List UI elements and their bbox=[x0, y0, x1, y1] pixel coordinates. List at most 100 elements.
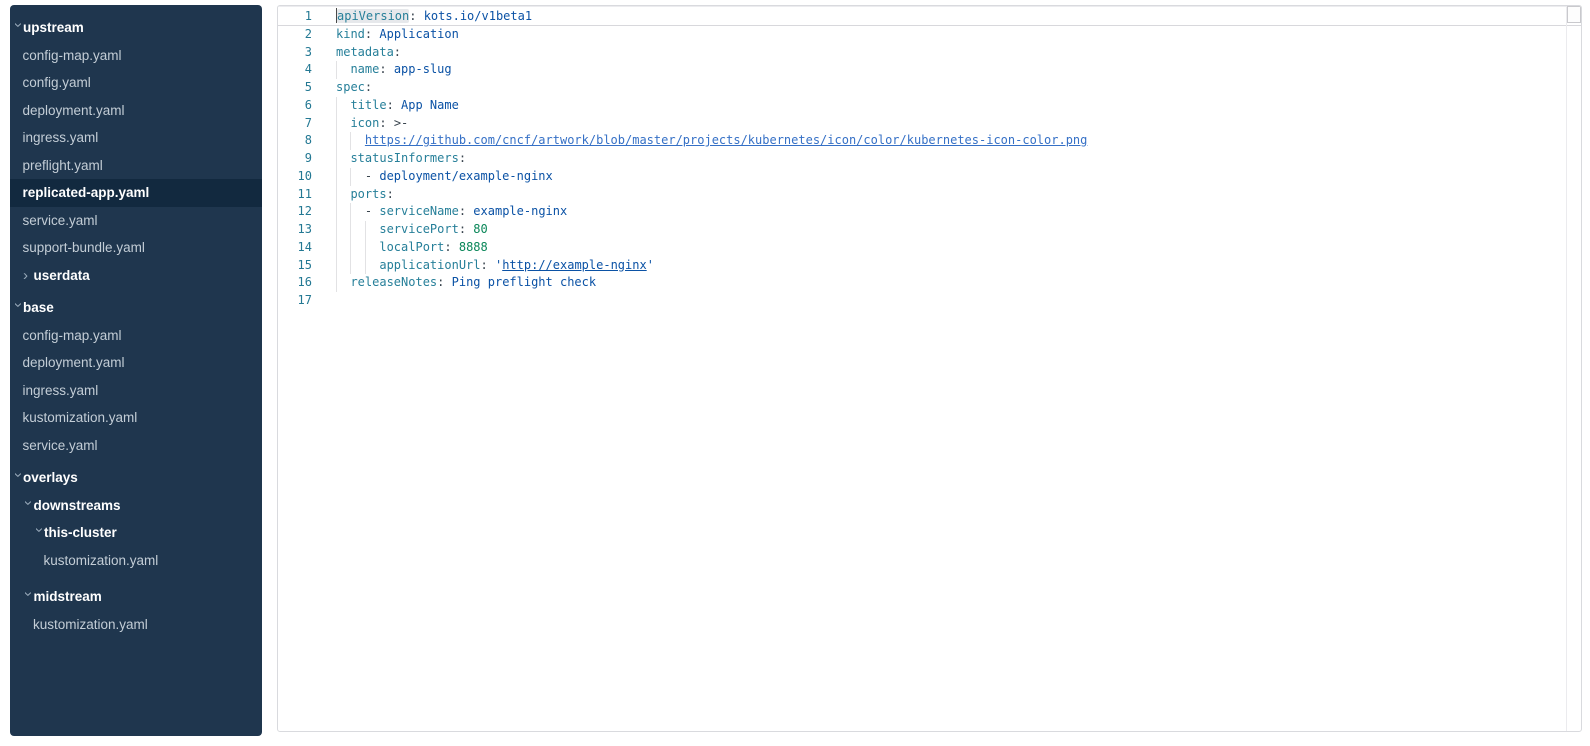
code-token bbox=[336, 151, 350, 165]
code-token: : bbox=[444, 240, 451, 254]
line-content: applicationUrl: 'http://example-nginx' bbox=[312, 257, 1581, 275]
code-link[interactable]: http://example-nginx bbox=[502, 258, 647, 272]
code-line-1[interactable]: 1apiVersion: kots.io/v1beta1 bbox=[278, 8, 1581, 26]
yaml-editor-panel[interactable]: 1apiVersion: kots.io/v1beta12kind: Appli… bbox=[277, 5, 1582, 732]
code-line-6[interactable]: 6 title: App Name bbox=[278, 97, 1581, 115]
tree-item-kustomization.yaml[interactable]: kustomization.yaml bbox=[10, 611, 262, 639]
line-content: servicePort: 80 bbox=[312, 221, 1581, 239]
tree-item-base[interactable]: ›base bbox=[10, 294, 262, 322]
code-token: 80 bbox=[466, 222, 488, 236]
tree-item-userdata[interactable]: ›userdata bbox=[10, 262, 262, 290]
tree-item-downstreams[interactable]: ›downstreams bbox=[10, 492, 262, 520]
code-token: app-slug bbox=[387, 62, 452, 76]
code-line-17[interactable]: 17 bbox=[278, 292, 1581, 310]
tree-item-config-map.yaml[interactable]: config-map.yaml bbox=[10, 42, 262, 70]
code-line-9[interactable]: 9 statusInformers: bbox=[278, 150, 1581, 168]
folder-label: midstream bbox=[34, 589, 102, 604]
code-line-15[interactable]: 15 applicationUrl: 'http://example-nginx… bbox=[278, 257, 1581, 275]
code-line-7[interactable]: 7 icon: >- bbox=[278, 115, 1581, 133]
tree-item-config.yaml[interactable]: config.yaml bbox=[10, 69, 262, 97]
tree-item-config-map.yaml[interactable]: config-map.yaml bbox=[10, 322, 262, 350]
folder-label: downstreams bbox=[34, 498, 121, 513]
code-line-4[interactable]: 4 name: app-slug bbox=[278, 61, 1581, 79]
code-token: Application bbox=[372, 27, 459, 41]
tree-item-deployment.yaml[interactable]: deployment.yaml bbox=[10, 97, 262, 125]
tree-item-overlays[interactable]: ›overlays bbox=[10, 464, 262, 492]
file-label: kustomization.yaml bbox=[33, 617, 148, 632]
code-token: - bbox=[365, 169, 379, 183]
line-number: 6 bbox=[278, 97, 312, 115]
code-token: servicePort bbox=[379, 222, 458, 236]
tree-item-preflight.yaml[interactable]: preflight.yaml bbox=[10, 152, 262, 180]
line-content: https://github.com/cncf/artwork/blob/mas… bbox=[312, 132, 1581, 150]
tree-item-kustomization.yaml[interactable]: kustomization.yaml bbox=[10, 547, 262, 575]
line-content: metadata: bbox=[312, 44, 1581, 62]
tree-item-ingress.yaml[interactable]: ingress.yaml bbox=[10, 124, 262, 152]
code-token: : bbox=[459, 151, 466, 165]
tree-item-support-bundle.yaml[interactable]: support-bundle.yaml bbox=[10, 234, 262, 262]
indent-guide bbox=[336, 203, 337, 221]
code-token bbox=[336, 187, 350, 201]
code-token: deployment/example-nginx bbox=[379, 169, 552, 183]
tree-item-service.yaml[interactable]: service.yaml bbox=[10, 432, 262, 460]
chevron-right-icon[interactable]: › bbox=[23, 262, 34, 290]
code-line-3[interactable]: 3metadata: bbox=[278, 44, 1581, 62]
line-content bbox=[312, 292, 1581, 310]
code-line-10[interactable]: 10 - deployment/example-nginx bbox=[278, 168, 1581, 186]
tree-item-ingress.yaml[interactable]: ingress.yaml bbox=[10, 377, 262, 405]
line-number: 11 bbox=[278, 186, 312, 204]
code-line-11[interactable]: 11 ports: bbox=[278, 186, 1581, 204]
code-token: localPort bbox=[379, 240, 444, 254]
code-token bbox=[336, 116, 350, 130]
code-line-5[interactable]: 5spec: bbox=[278, 79, 1581, 97]
indent-guide bbox=[336, 97, 337, 115]
chevron-down-icon[interactable]: › bbox=[10, 473, 32, 484]
code-line-12[interactable]: 12 - serviceName: example-nginx bbox=[278, 203, 1581, 221]
code-line-14[interactable]: 14 localPort: 8888 bbox=[278, 239, 1581, 257]
file-label: deployment.yaml bbox=[23, 355, 125, 370]
line-number: 10 bbox=[278, 168, 312, 186]
code-token: >- bbox=[387, 116, 409, 130]
tree-item-service.yaml[interactable]: service.yaml bbox=[10, 207, 262, 235]
line-number: 15 bbox=[278, 257, 312, 275]
code-token: apiVersion bbox=[337, 9, 409, 23]
indent-guide bbox=[336, 150, 337, 168]
code-token: : bbox=[365, 80, 372, 94]
indent-guide bbox=[350, 221, 351, 239]
code-token: App Name bbox=[394, 98, 459, 112]
indent-guide bbox=[336, 168, 337, 186]
code-token bbox=[336, 98, 350, 112]
code-area[interactable]: 1apiVersion: kots.io/v1beta12kind: Appli… bbox=[278, 6, 1581, 310]
tree-item-this-cluster[interactable]: ›this-cluster bbox=[10, 519, 262, 547]
line-number: 12 bbox=[278, 203, 312, 221]
indent-guide bbox=[365, 257, 366, 275]
line-content: releaseNotes: Ping preflight check bbox=[312, 274, 1581, 292]
code-link[interactable]: https://github.com/cncf/artwork/blob/mas… bbox=[365, 133, 1087, 147]
code-line-16[interactable]: 16 releaseNotes: Ping preflight check bbox=[278, 274, 1581, 292]
chevron-down-icon[interactable]: › bbox=[15, 500, 43, 511]
chevron-down-icon[interactable]: › bbox=[25, 528, 53, 539]
code-token: : bbox=[394, 45, 401, 59]
code-line-8[interactable]: 8 https://github.com/cncf/artwork/blob/m… bbox=[278, 132, 1581, 150]
code-line-2[interactable]: 2kind: Application bbox=[278, 26, 1581, 44]
code-line-13[interactable]: 13 servicePort: 80 bbox=[278, 221, 1581, 239]
file-label: preflight.yaml bbox=[23, 158, 103, 173]
tree-item-midstream[interactable]: ›midstream bbox=[10, 583, 262, 611]
indent-guide bbox=[336, 61, 337, 79]
file-label: kustomization.yaml bbox=[23, 410, 138, 425]
line-number: 14 bbox=[278, 239, 312, 257]
tree-item-replicated-app.yaml[interactable]: replicated-app.yaml bbox=[10, 179, 262, 207]
folder-label: upstream bbox=[23, 20, 84, 35]
line-content: statusInformers: bbox=[312, 150, 1581, 168]
chevron-down-icon[interactable]: › bbox=[15, 592, 43, 603]
chevron-down-icon[interactable]: › bbox=[10, 23, 32, 34]
line-number: 4 bbox=[278, 61, 312, 79]
chevron-down-icon[interactable]: › bbox=[10, 303, 32, 314]
tree-item-deployment.yaml[interactable]: deployment.yaml bbox=[10, 349, 262, 377]
tree-item-kustomization.yaml[interactable]: kustomization.yaml bbox=[10, 404, 262, 432]
file-label: service.yaml bbox=[23, 213, 98, 228]
code-token bbox=[336, 62, 350, 76]
tree-item-upstream[interactable]: ›upstream bbox=[10, 14, 262, 42]
indent-guide bbox=[350, 257, 351, 275]
code-token: : bbox=[379, 62, 386, 76]
